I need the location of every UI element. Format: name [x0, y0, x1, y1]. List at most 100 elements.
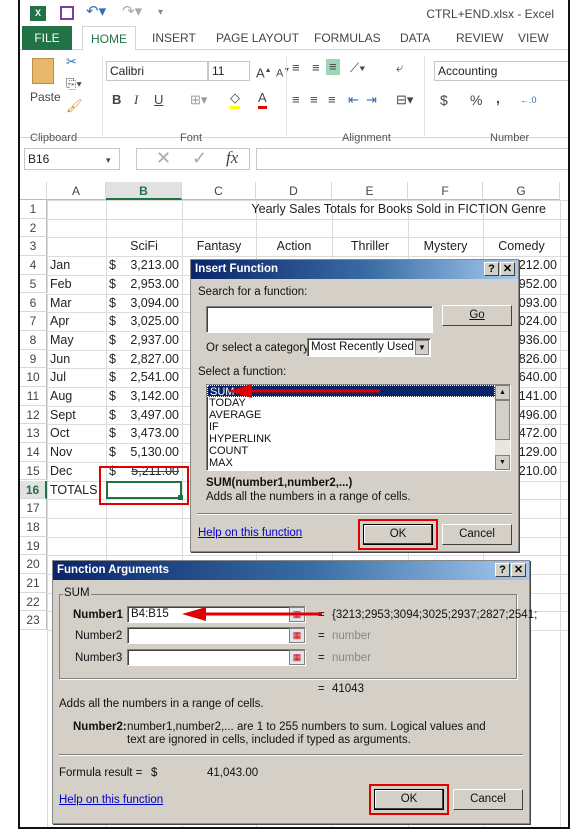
help-link[interactable]: Help on this function — [59, 794, 163, 806]
header-cell[interactable]: Thriller — [335, 237, 405, 256]
month-cell[interactable]: Aug — [50, 387, 103, 406]
scrollbar[interactable]: ▲ ▼ — [495, 385, 510, 470]
function-item-count[interactable]: COUNT — [207, 445, 510, 457]
row-header-9[interactable]: 9 — [20, 349, 47, 369]
dialog-title: Insert Function — [191, 260, 518, 279]
help-button[interactable]: ? — [495, 563, 510, 577]
help-button[interactable]: ? — [484, 262, 499, 276]
cancel-button[interactable]: Cancel — [442, 524, 512, 545]
row-header-5[interactable]: 5 — [20, 274, 47, 294]
row-header-10[interactable]: 10 — [20, 368, 47, 387]
function-signature: SUM(number1,number2,...) — [206, 477, 353, 489]
category-label: Or select a category: — [206, 342, 313, 354]
group-label: SUM — [63, 587, 91, 599]
month-cell[interactable]: Sept — [50, 406, 103, 425]
row-header-17[interactable]: 17 — [20, 499, 47, 518]
collapse-dialog-icon[interactable]: ▦ — [289, 650, 305, 665]
scifi-value-cell[interactable]: 2,953.00 — [109, 275, 179, 294]
header-cell[interactable]: Mystery — [411, 237, 480, 256]
month-cell[interactable]: Dec — [50, 462, 103, 481]
column-header-a[interactable]: A — [47, 182, 106, 200]
scifi-value-cell[interactable]: 2,937.00 — [109, 331, 179, 350]
column-header-d[interactable]: D — [256, 182, 332, 200]
month-cell[interactable]: Apr — [50, 312, 103, 331]
row-header-23[interactable]: 23 — [20, 611, 47, 631]
ok-button[interactable]: OK — [374, 789, 444, 810]
row-header-12[interactable]: 12 — [20, 405, 47, 425]
ok-button[interactable]: OK — [363, 524, 433, 545]
collapse-dialog-icon[interactable]: ▦ — [289, 628, 305, 643]
help-link[interactable]: Help on this function — [198, 527, 302, 539]
search-input[interactable] — [206, 306, 433, 333]
close-button[interactable]: ✕ — [500, 262, 515, 276]
row-header-22[interactable]: 22 — [20, 592, 47, 612]
scifi-value-cell[interactable]: 3,025.00 — [109, 312, 179, 331]
row-header-16[interactable]: 16 — [20, 480, 47, 500]
go-button[interactable]: Go — [442, 305, 512, 326]
sheet-title-cell[interactable]: Yearly Sales Totals for Books Sold in FI… — [216, 200, 546, 219]
select-function-label: Select a function: — [198, 366, 287, 378]
formula-result-currency: $ — [151, 767, 158, 779]
scifi-value-cell[interactable]: 3,497.00 — [109, 406, 179, 425]
formula-result-value: 41,043.00 — [207, 767, 259, 779]
column-header-e[interactable]: E — [332, 182, 408, 200]
month-cell[interactable]: Feb — [50, 275, 103, 294]
header-cell[interactable]: Comedy — [486, 237, 557, 256]
row-header-2[interactable]: 2 — [20, 218, 47, 238]
scifi-value-cell[interactable]: 2,827.00 — [109, 350, 179, 369]
column-header-c[interactable]: C — [182, 182, 256, 200]
row-header-11[interactable]: 11 — [20, 387, 47, 406]
totals-label-cell[interactable]: TOTALS — [50, 481, 103, 500]
grid-line — [47, 555, 568, 557]
chevron-down-icon[interactable]: ▼ — [415, 340, 429, 355]
row-header-1[interactable]: 1 — [20, 200, 47, 219]
scroll-thumb[interactable] — [495, 400, 510, 440]
total-equals: = — [318, 683, 325, 695]
column-header-b[interactable]: B — [106, 182, 182, 200]
scifi-value-cell[interactable]: 5,130.00 — [109, 443, 179, 462]
row-header-13[interactable]: 13 — [20, 424, 47, 444]
month-cell[interactable]: Oct — [50, 424, 103, 443]
category-select[interactable]: Most Recently Used ▼ — [307, 338, 431, 357]
row-header-19[interactable]: 19 — [20, 536, 47, 556]
row-header-7[interactable]: 7 — [20, 312, 47, 331]
row-header-20[interactable]: 20 — [20, 555, 47, 574]
month-cell[interactable]: Nov — [50, 443, 103, 462]
scroll-up-icon[interactable]: ▲ — [495, 385, 510, 400]
scifi-value-cell[interactable]: 3,142.00 — [109, 387, 179, 406]
column-header-f[interactable]: F — [408, 182, 483, 200]
scroll-down-icon[interactable]: ▼ — [495, 455, 510, 470]
grid-line — [47, 218, 568, 220]
month-cell[interactable]: Jun — [50, 350, 103, 369]
scifi-value-cell[interactable]: 3,094.00 — [109, 294, 179, 313]
row-header-18[interactable]: 18 — [20, 517, 47, 537]
argument-help-line-2: text are ignored in cells, included if t… — [127, 734, 411, 746]
function-item-if[interactable]: IF — [207, 421, 510, 433]
row-header-6[interactable]: 6 — [20, 293, 47, 313]
month-cell[interactable]: May — [50, 331, 103, 350]
function-item-average[interactable]: AVERAGE — [207, 409, 510, 421]
scifi-value-cell[interactable]: 3,213.00 — [109, 256, 179, 275]
header-cell[interactable]: Action — [259, 237, 329, 256]
header-cell[interactable]: SciFi — [109, 237, 179, 256]
argument-input-2[interactable] — [127, 627, 306, 644]
argument-input-3[interactable] — [127, 649, 306, 666]
row-header-4[interactable]: 4 — [20, 256, 47, 275]
row-header-15[interactable]: 15 — [20, 461, 47, 481]
month-cell[interactable]: Jul — [50, 368, 103, 387]
row-header-14[interactable]: 14 — [20, 443, 47, 462]
row-header-3[interactable]: 3 — [20, 237, 47, 257]
row-header-21[interactable]: 21 — [20, 574, 47, 593]
column-header-g[interactable]: G — [483, 182, 560, 200]
function-item-hyperlink[interactable]: HYPERLINK — [207, 433, 510, 445]
function-item-max[interactable]: MAX — [207, 457, 510, 469]
row-header-8[interactable]: 8 — [20, 330, 47, 350]
cancel-button[interactable]: Cancel — [453, 789, 523, 810]
month-cell[interactable]: Jan — [50, 256, 103, 275]
select-all-corner[interactable] — [20, 182, 47, 200]
header-cell[interactable]: Fantasy — [185, 237, 253, 256]
scifi-value-cell[interactable]: 2,541.00 — [109, 368, 179, 387]
month-cell[interactable]: Mar — [50, 294, 103, 313]
scifi-value-cell[interactable]: 3,473.00 — [109, 424, 179, 443]
close-button[interactable]: ✕ — [511, 563, 526, 577]
